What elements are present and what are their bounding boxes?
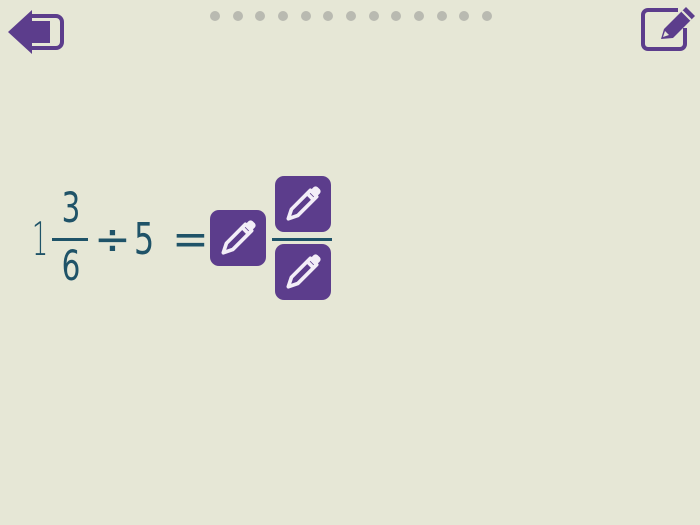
fraction-denominator: 6 [61,241,81,290]
answer-numerator-input[interactable] [275,176,331,232]
progress-dot [368,11,379,21]
back-button[interactable] [6,6,68,56]
progress-dot [323,11,334,21]
fraction-numerator: 3 [61,183,81,232]
progress-dot [255,11,266,21]
divide-sign: ÷ [94,214,131,265]
progress-dot [232,11,243,21]
progress-dot [210,11,220,21]
pencil-icon [286,186,321,221]
mixed-number-whole: 1 [32,212,49,266]
progress-dot [300,11,311,21]
answer-denominator-input[interactable] [275,244,331,300]
progress-dot [459,11,470,21]
math-problem: 1 3 6 ÷ 5 = [30,176,350,300]
answer-whole-input[interactable] [210,210,266,266]
progress-dot [413,11,424,21]
divisor: 5 [134,214,155,265]
scratchpad-button[interactable] [640,4,698,54]
pencil-edit-icon [641,7,695,51]
back-arrow-icon [8,10,64,54]
progress-dot [345,11,356,21]
equals-sign: = [172,214,209,265]
progress-dot [391,11,402,21]
progress-dot [277,11,288,21]
pencil-icon [221,220,256,255]
progress-dot [481,11,492,21]
progress-indicator [210,10,492,22]
pencil-icon [286,254,321,289]
answer-fraction-bar [272,238,332,241]
progress-dot [436,11,447,21]
